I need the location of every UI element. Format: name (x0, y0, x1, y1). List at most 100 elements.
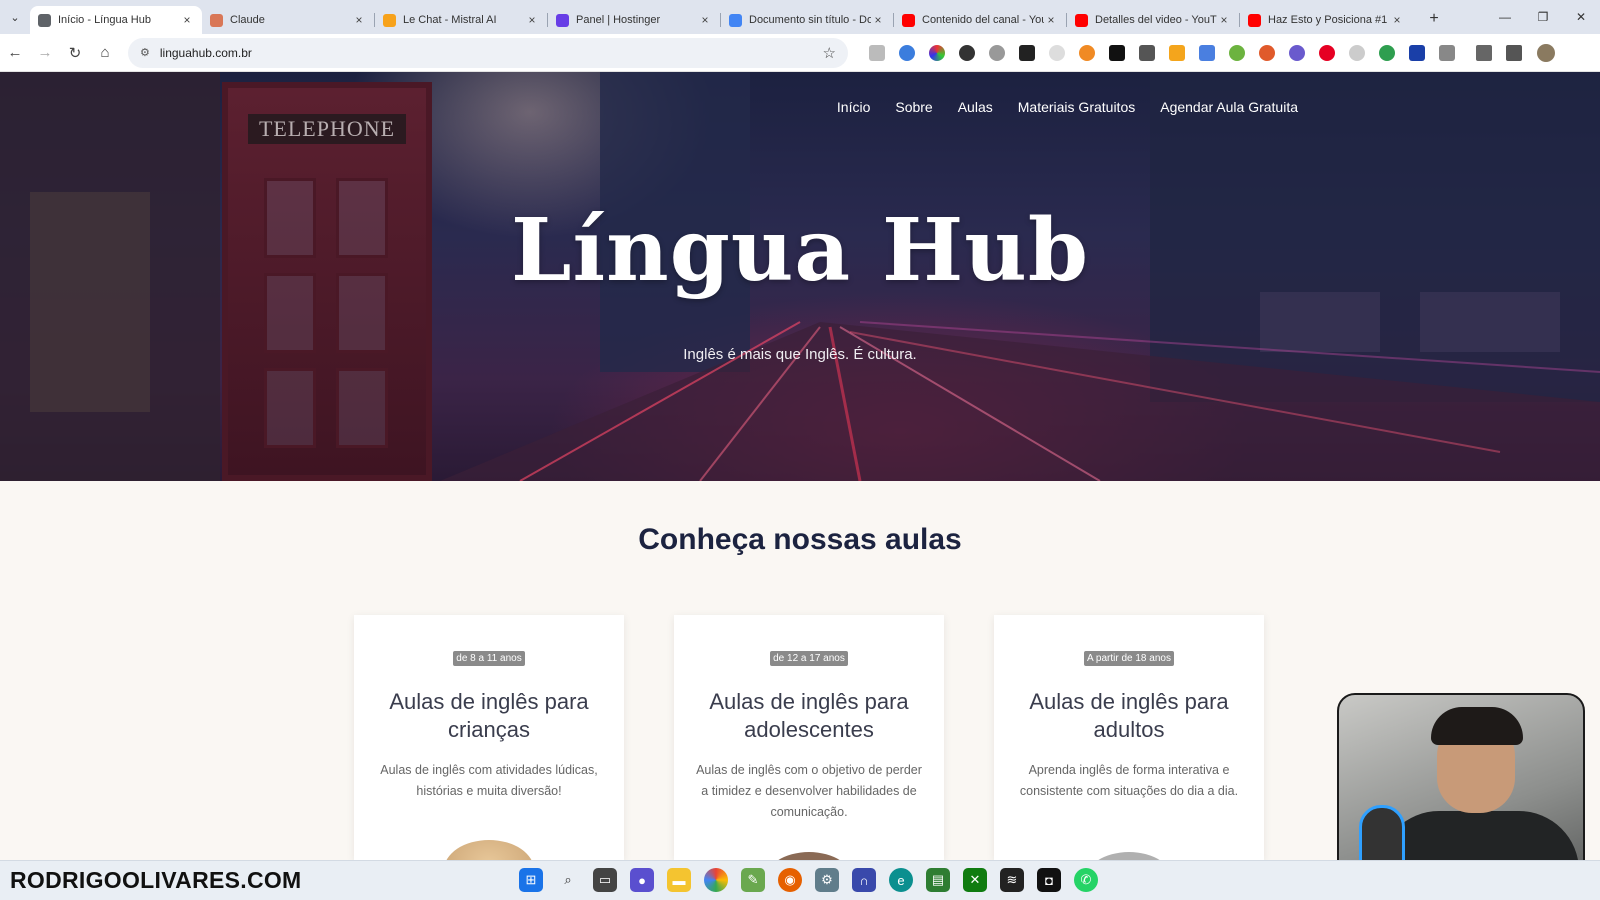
restore-icon[interactable]: ❐ (1524, 0, 1562, 34)
extension-icon[interactable] (1349, 44, 1365, 61)
reading-list-icon[interactable] (1476, 44, 1492, 61)
edge-icon[interactable]: e (889, 868, 913, 892)
course-card-teens[interactable]: de 12 a 17 anos Aulas de inglês para ado… (674, 615, 944, 860)
nav-link-aulas[interactable]: Aulas (958, 99, 993, 115)
extension-icon[interactable] (899, 44, 915, 61)
file-explorer-icon[interactable]: ▬ (667, 868, 691, 892)
extension-icon[interactable] (959, 44, 975, 61)
extension-icon[interactable] (1049, 44, 1065, 61)
youtube-icon (1075, 13, 1088, 27)
tab-close-icon[interactable]: × (698, 13, 712, 27)
booth-window (264, 368, 316, 448)
nav-link-agendar[interactable]: Agendar Aula Gratuita (1160, 99, 1298, 115)
whatsapp-icon[interactable]: ✆ (1074, 868, 1098, 892)
magnifier-extension-icon[interactable] (989, 44, 1005, 61)
minimize-icon[interactable]: — (1486, 0, 1524, 34)
tab-search-chevron-icon[interactable]: ⌄ (0, 0, 30, 34)
headphones-icon[interactable]: ∩ (852, 868, 876, 892)
settings-gear-icon[interactable]: ⚙ (815, 868, 839, 892)
close-window-icon[interactable]: ✕ (1562, 0, 1600, 34)
extension-icon[interactable] (1259, 44, 1275, 61)
address-bar[interactable]: ⚙ linguahub.com.br ☆ (128, 37, 848, 68)
task-view-icon[interactable]: ▭ (593, 868, 617, 892)
extension-icon[interactable] (1139, 44, 1155, 61)
extension-icon[interactable] (1109, 44, 1125, 61)
nav-link-sobre[interactable]: Sobre (895, 99, 932, 115)
tab-title: Panel | Hostinger (576, 14, 661, 26)
browser-tab[interactable]: Detalles del video - YouT × (1067, 6, 1239, 34)
site-info-icon[interactable]: ⚙ (140, 46, 150, 59)
extension-icon[interactable] (1409, 44, 1425, 61)
browser-tab[interactable]: Haz Esto y Posiciona #1 e × (1240, 6, 1412, 34)
url-text[interactable]: linguahub.com.br (160, 46, 823, 60)
chrome-icon[interactable] (704, 868, 728, 892)
browser-tab[interactable]: Panel | Hostinger × (548, 6, 720, 34)
age-badge: de 12 a 17 anos (770, 651, 848, 666)
card-description: Aulas de inglês com atividades lúdicas, … (380, 763, 598, 798)
tab-close-icon[interactable]: × (1217, 13, 1231, 27)
presenter-hair (1431, 707, 1523, 745)
translate-extension-icon[interactable] (1199, 44, 1215, 61)
spreadsheet-icon[interactable]: ▤ (926, 868, 950, 892)
bookmark-star-icon[interactable]: ☆ (823, 44, 836, 62)
browser-tab[interactable]: Contenido del canal - You × (894, 6, 1066, 34)
extensions-row (862, 43, 1555, 62)
forward-icon[interactable]: → (30, 38, 60, 68)
watermark-text: RODRIGOOLIVARES.COM (10, 867, 302, 893)
profile-avatar[interactable] (1537, 43, 1555, 62)
capcut-icon[interactable]: ≋ (1000, 868, 1024, 892)
section-title: Conheça nossas aulas (638, 523, 962, 556)
tab-list: Início - Língua Hub × Claude × Le Chat - Mis… (30, 0, 1412, 34)
claude-icon (210, 13, 223, 27)
hero-title: Língua Hub (511, 200, 1089, 301)
extension-icon[interactable] (1079, 44, 1095, 61)
back-icon[interactable]: ← (0, 38, 30, 68)
windows-start-icon[interactable]: ⊞ (519, 868, 543, 892)
youtube-icon (902, 13, 915, 27)
notepad-icon[interactable]: ✎ (741, 868, 765, 892)
mistral-icon (383, 13, 396, 27)
hero-subtitle: Inglês é mais que Inglês. É cultura. (683, 346, 917, 363)
app-icon[interactable]: ● (630, 868, 654, 892)
extension-icon[interactable] (1169, 44, 1185, 61)
puzzle-extensions-icon[interactable] (1439, 44, 1455, 61)
download-icon[interactable] (1506, 44, 1522, 61)
camera-extension-icon[interactable] (869, 44, 885, 61)
tab-title: Le Chat - Mistral AI (403, 14, 497, 26)
reload-icon[interactable]: ↻ (60, 38, 90, 68)
browser-tab[interactable]: Documento sin título - Do × (721, 6, 893, 34)
xbox-icon[interactable]: ✕ (963, 868, 987, 892)
browser-tab[interactable]: Le Chat - Mistral AI × (375, 6, 547, 34)
new-tab-button[interactable]: + (1420, 10, 1448, 28)
main-navigation: Início Sobre Aulas Materiais Gratuitos A… (837, 99, 1298, 115)
tab-close-icon[interactable]: × (871, 13, 885, 27)
nav-link-materiais[interactable]: Materiais Gratuitos (1018, 99, 1135, 115)
extension-icon[interactable] (1229, 44, 1245, 61)
tab-close-icon[interactable]: × (525, 13, 539, 27)
pinterest-extension-icon[interactable] (1319, 44, 1335, 61)
card-title: Aulas de inglês para adolescentes (709, 689, 909, 742)
booth-sign: TELEPHONE (248, 114, 406, 144)
search-icon[interactable]: ⌕ (556, 868, 580, 892)
nav-link-inicio[interactable]: Início (837, 99, 870, 115)
tab-close-icon[interactable]: × (1390, 13, 1404, 27)
card-description: Aprenda inglês de forma interativa e con… (1019, 763, 1239, 798)
app-icon[interactable]: ◘ (1037, 868, 1061, 892)
extension-icon[interactable] (1379, 44, 1395, 61)
home-icon[interactable]: ⌂ (90, 38, 120, 68)
tab-close-icon[interactable]: × (180, 13, 194, 27)
tab-title: Contenido del canal - You (922, 14, 1044, 26)
extension-icon[interactable] (1289, 44, 1305, 61)
firefox-icon[interactable]: ◉ (778, 868, 802, 892)
tab-close-icon[interactable]: × (352, 13, 366, 27)
browser-tab[interactable]: Início - Língua Hub × (30, 6, 202, 34)
color-picker-extension-icon[interactable] (929, 44, 945, 61)
tab-title: Detalles del video - YouT (1095, 14, 1217, 26)
tab-close-icon[interactable]: × (1044, 13, 1058, 27)
browser-tab[interactable]: Claude × (202, 6, 374, 34)
tab-title: Início - Língua Hub (58, 14, 151, 26)
course-card-adults[interactable]: A partir de 18 anos Aulas de inglês para… (994, 615, 1264, 860)
course-card-kids[interactable]: de 8 a 11 anos Aulas de inglês para cria… (354, 615, 624, 860)
tab-title: Documento sin título - Do (749, 14, 871, 26)
font-extension-icon[interactable] (1019, 44, 1035, 61)
